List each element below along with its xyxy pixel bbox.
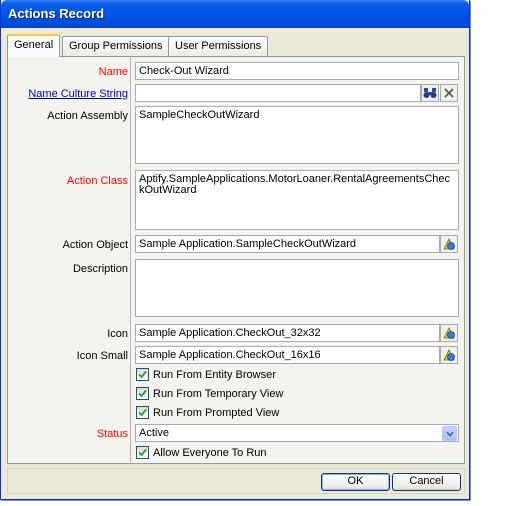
name-culture-string-field[interactable] — [135, 84, 421, 102]
action-assembly-label: Action Assembly — [47, 110, 128, 122]
icon-small-field[interactable]: Sample Application.CheckOut_16x16 — [135, 346, 440, 364]
clear-x-icon[interactable] — [440, 84, 458, 102]
run-from-entity-browser-checkbox[interactable]: Run From Entity Browser — [136, 368, 276, 381]
tab-general[interactable]: General — [7, 34, 61, 57]
checkmark-icon — [136, 446, 149, 459]
checkbox-label: Run From Temporary View — [153, 387, 284, 400]
name-field[interactable]: Check-Out Wizard — [135, 62, 459, 80]
icon-small-label: Icon Small — [76, 350, 128, 362]
action-object-label: Action Object — [62, 239, 128, 251]
object-picker-icon[interactable] — [440, 235, 458, 253]
run-from-prompted-view-checkbox[interactable]: Run From Prompted View — [136, 406, 279, 419]
icon-field[interactable]: Sample Application.CheckOut_32x32 — [135, 324, 440, 342]
checkbox-label: Run From Prompted View — [153, 406, 280, 419]
general-panel: Name Check-Out Wizard Name Culture Strin… — [7, 56, 465, 465]
label-divider — [130, 57, 131, 465]
icon-small-picker-icon[interactable] — [440, 346, 458, 364]
status-select[interactable]: Active — [135, 424, 459, 442]
tab-group-permissions[interactable]: Group Permissions — [62, 36, 170, 56]
checkmark-icon — [136, 406, 149, 419]
button-bar: OK Cancel — [7, 468, 465, 494]
window-title: Actions Record — [8, 6, 105, 21]
checkmark-icon — [136, 387, 149, 400]
action-class-label: Action Class — [66, 175, 128, 187]
actions-record-window: Actions Record General Group Permissions… — [0, 0, 470, 500]
status-label: Status — [96, 428, 128, 440]
chevron-down-icon[interactable] — [442, 426, 457, 441]
icon-picker-icon[interactable] — [440, 324, 458, 342]
binoculars-icon[interactable] — [421, 84, 439, 102]
tab-user-permissions[interactable]: User Permissions — [168, 36, 269, 56]
cancel-button[interactable]: Cancel — [392, 473, 461, 491]
name-culture-string-link[interactable]: Name Culture String — [8, 88, 128, 100]
status-value: Active — [139, 427, 169, 439]
action-object-field[interactable]: Sample Application.SampleCheckOutWizard — [135, 235, 440, 253]
ok-button[interactable]: OK — [321, 473, 390, 491]
checkmark-icon — [136, 368, 149, 381]
run-from-temporary-view-checkbox[interactable]: Run From Temporary View — [136, 387, 283, 400]
title-bar[interactable]: Actions Record — [1, 0, 469, 28]
description-field[interactable] — [135, 259, 459, 317]
action-class-field[interactable]: Aptify.SampleApplications.MotorLoaner.Re… — [135, 170, 459, 230]
icon-label: Icon — [107, 328, 128, 340]
checkbox-label: Run From Entity Browser — [153, 368, 276, 381]
name-label: Name — [98, 66, 128, 78]
allow-everyone-to-run-checkbox[interactable]: Allow Everyone To Run — [136, 446, 267, 459]
checkbox-label: Allow Everyone To Run — [153, 446, 267, 459]
action-assembly-field[interactable]: SampleCheckOutWizard — [135, 106, 459, 164]
description-label: Description — [72, 263, 128, 275]
